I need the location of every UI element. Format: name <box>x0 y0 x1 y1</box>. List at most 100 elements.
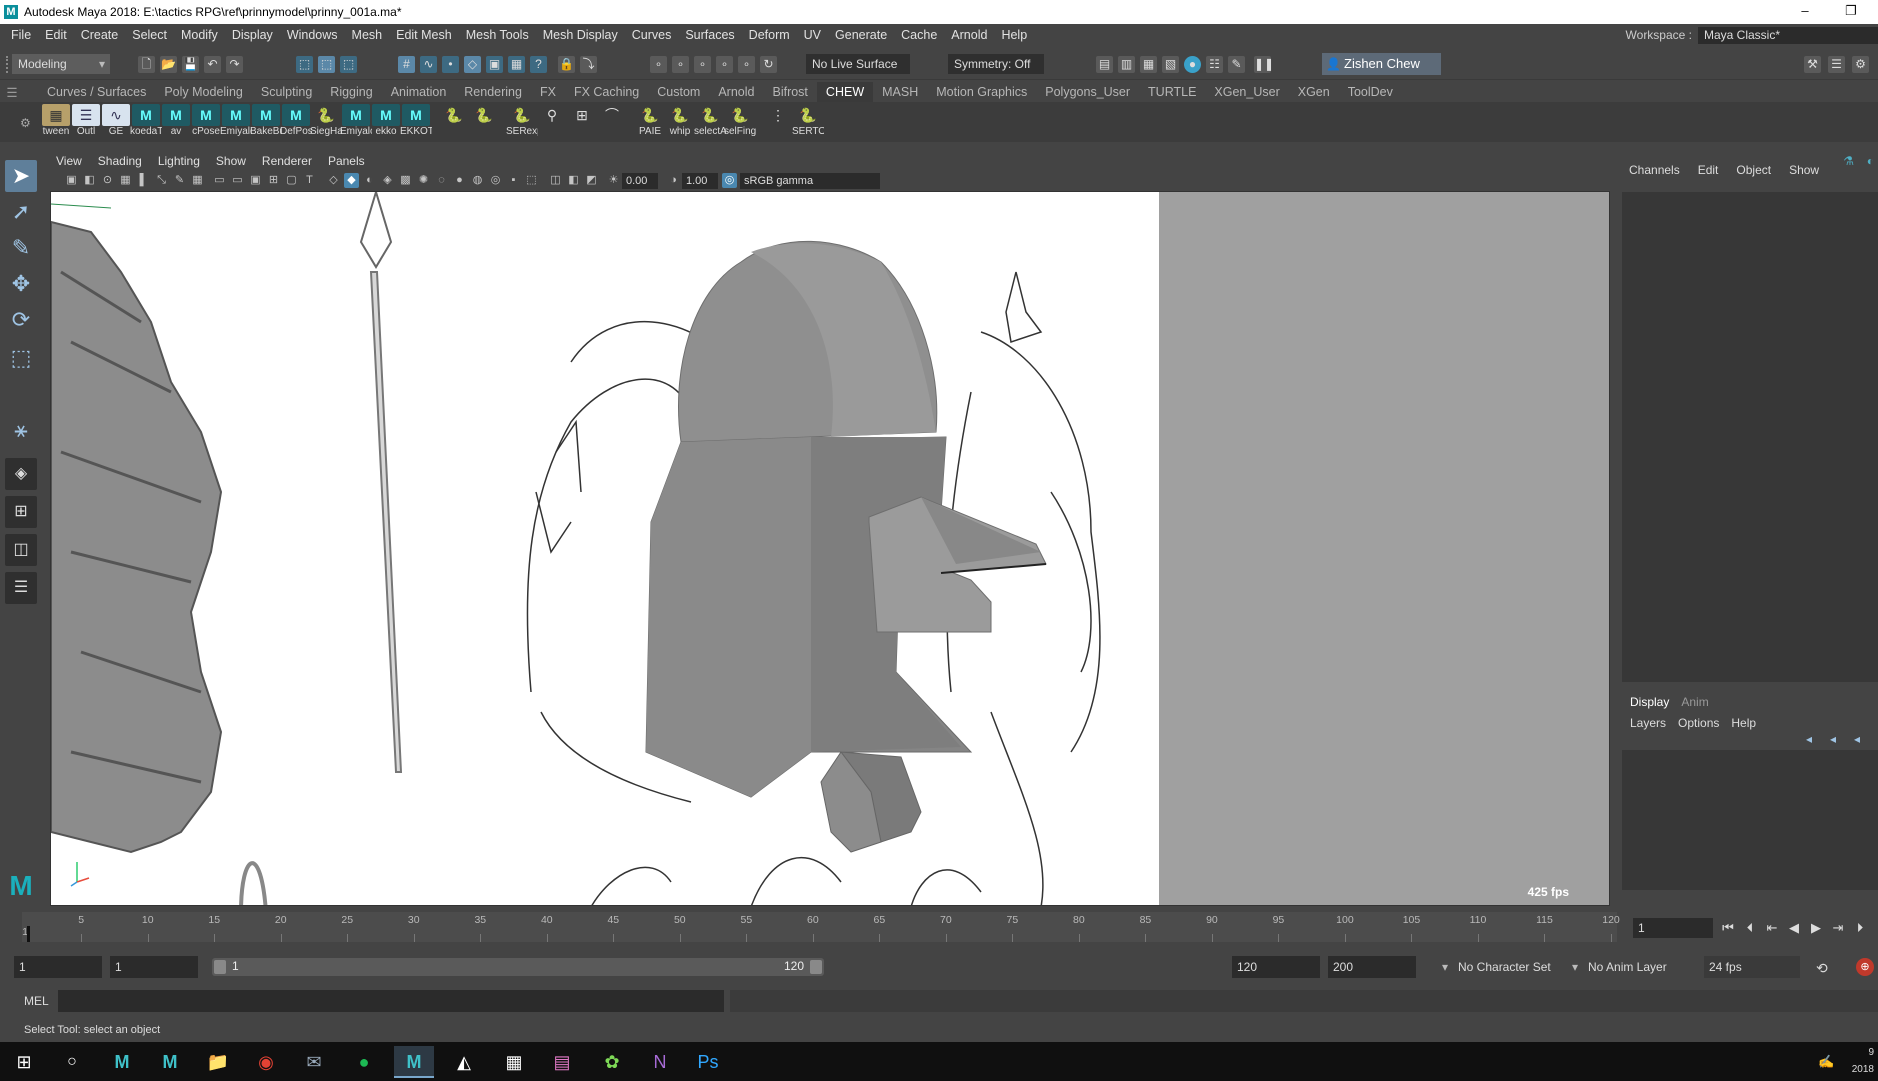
image-plane-icon[interactable]: ▦ <box>118 173 133 188</box>
attribute-editor-icon[interactable]: ☰ <box>1828 56 1845 73</box>
viewport-menu-renderer[interactable]: Renderer <box>254 152 320 171</box>
four-pane-layout-icon[interactable]: ⊞ <box>5 496 37 528</box>
live-surface-field[interactable]: No Live Surface <box>806 54 910 74</box>
user-account-button[interactable]: Zishen Chew <box>1322 53 1441 75</box>
history-icon[interactable]: ↻ <box>760 56 777 73</box>
shelf-button-koedat[interactable]: MkoedaT <box>130 104 162 140</box>
shelf-button-bakebu[interactable]: M BakeBu <box>250 104 282 140</box>
channel-box-menu-object[interactable]: Object <box>1727 152 1780 188</box>
shelf-tab-curves-surfaces[interactable]: Curves / Surfaces <box>38 82 155 102</box>
range-start-handle[interactable] <box>214 960 226 974</box>
pause-viewport-icon[interactable]: ❚❚ <box>1254 56 1274 73</box>
field-chart-icon[interactable]: ⊞ <box>266 173 281 188</box>
go-to-start-icon[interactable]: ⏮ <box>1718 918 1738 938</box>
range-slider-track[interactable]: 1 120 <box>212 958 824 976</box>
channel-box-body[interactable] <box>1622 192 1878 682</box>
menu-mesh-tools[interactable]: Mesh Tools <box>459 24 536 46</box>
select-tool-icon[interactable]: ➤ <box>5 160 37 192</box>
select-component-icon[interactable]: ⬚ <box>340 56 357 73</box>
pen-icon[interactable]: ✍ <box>1818 1054 1834 1070</box>
viewport-menu-panels[interactable]: Panels <box>320 152 373 171</box>
lasso-select-tool-icon[interactable]: ➚ <box>5 196 37 228</box>
snap-options-icon[interactable]: ▦ <box>508 56 525 73</box>
textured-icon[interactable]: ▩ <box>398 173 413 188</box>
color-space-dropdown[interactable]: sRGB gamma <box>740 173 880 189</box>
channel-box-toggle-icon[interactable]: ⚗ <box>1843 154 1854 168</box>
safe-title-icon[interactable]: T <box>302 173 317 188</box>
step-back-key-icon[interactable]: ⇤ <box>1762 918 1782 938</box>
step-back-frame-icon[interactable]: ⏴ <box>1740 918 1760 938</box>
menu-curves[interactable]: Curves <box>625 24 679 46</box>
layer-list[interactable] <box>1622 750 1878 890</box>
hypershade-icon[interactable]: ● <box>1184 56 1201 73</box>
range-end-handle[interactable] <box>810 960 822 974</box>
lock-icon[interactable]: 🔒 <box>558 56 575 73</box>
shelf-button-selfing[interactable]: 🐍 selFing <box>724 104 756 140</box>
gamma-field[interactable]: 1.00 <box>682 173 718 189</box>
menu-edit[interactable]: Edit <box>38 24 74 46</box>
shelf-button-emiyalc[interactable]: M Emiyalc <box>220 104 252 140</box>
shelf-tab-arnold[interactable]: Arnold <box>709 82 763 102</box>
animation-end-field[interactable]: 200 <box>1328 956 1416 978</box>
snap-point-icon[interactable]: • <box>442 56 459 73</box>
maya-taskbar-icon[interactable]: M <box>102 1046 142 1078</box>
menu-generate[interactable]: Generate <box>828 24 894 46</box>
shelf-menu-icon[interactable]: ☰ <box>0 85 24 100</box>
shelf-button-siegha[interactable]: 🐍 SiegHa <box>310 104 342 140</box>
anti-aliasing-icon[interactable]: ◎ <box>488 173 503 188</box>
color-management-icon[interactable]: ◎ <box>722 173 737 188</box>
exposure-field[interactable]: 0.00 <box>622 173 658 189</box>
render-view-icon[interactable]: ▤ <box>1096 56 1113 73</box>
render-frame-icon[interactable]: ▥ <box>1118 56 1135 73</box>
menu-mesh-display[interactable]: Mesh Display <box>536 24 625 46</box>
viewport-menu-lighting[interactable]: Lighting <box>150 152 208 171</box>
shelf-settings-icon[interactable]: ⚙ <box>20 116 31 130</box>
outliner-layout-icon[interactable]: ☰ <box>5 572 37 604</box>
photoshop-icon[interactable]: Ps <box>688 1046 728 1078</box>
shelf-button-unlabeled[interactable]: ⌒ <box>596 104 628 140</box>
maya-2-taskbar-icon[interactable]: M <box>150 1046 190 1078</box>
shelf-button-tween[interactable]: ▦ tween <box>40 104 72 140</box>
calculator-icon[interactable]: ▦ <box>494 1046 534 1078</box>
anim-layer-dropdown[interactable]: No Anim Layer <box>1566 956 1688 978</box>
redo-icon[interactable]: ↷ <box>226 56 243 73</box>
make-live-icon[interactable]: ▣ <box>486 56 503 73</box>
restore-button[interactable]: ❐ <box>1828 0 1874 24</box>
current-frame-field[interactable]: 1 <box>1633 918 1713 938</box>
2d-pan-zoom-icon[interactable]: ⤡ <box>154 173 169 188</box>
onenote-icon[interactable]: N <box>640 1046 680 1078</box>
playhead[interactable] <box>27 926 30 942</box>
shelf-tab-sculpting[interactable]: Sculpting <box>252 82 321 102</box>
step-forward-frame-icon[interactable]: ⏵ <box>1850 918 1870 938</box>
motion-blur-icon[interactable]: ◍ <box>470 173 485 188</box>
channel-box-menu-edit[interactable]: Edit <box>1689 152 1728 188</box>
shelf-tab-fx[interactable]: FX <box>531 82 565 102</box>
play-forwards-icon[interactable]: ▶ <box>1806 918 1826 938</box>
symmetry-dropdown[interactable]: Symmetry: Off <box>948 54 1044 74</box>
fps-dropdown[interactable]: 24 fps <box>1704 956 1800 978</box>
display-layer-tab[interactable]: Display <box>1624 690 1675 714</box>
menu-select[interactable]: Select <box>125 24 174 46</box>
snap-question-icon[interactable]: ? <box>530 56 547 73</box>
depth-of-field-icon[interactable]: ▪ <box>506 173 521 188</box>
shelf-tab-chew[interactable]: CHEW <box>816 82 874 102</box>
input-ops-icon[interactable]: ⤵ <box>580 56 597 73</box>
rotate-tool-icon[interactable]: ⟳ <box>5 304 37 336</box>
shelf-tab-polygons-user[interactable]: Polygons_User <box>1036 82 1139 102</box>
play-backwards-icon[interactable]: ◀ <box>1784 918 1804 938</box>
attribute-editor-toggle-icon[interactable]: ◐ <box>1867 154 1874 168</box>
shelf-tab-rendering[interactable]: Rendering <box>455 82 531 102</box>
file-explorer-icon[interactable]: 📁 <box>198 1046 238 1078</box>
channel-box-menu-channels[interactable]: Channels <box>1620 152 1689 188</box>
animation-start-field[interactable]: 1 <box>14 956 102 978</box>
shelf-tab-custom[interactable]: Custom <box>648 82 709 102</box>
wireframe-on-shaded-icon[interactable]: ◈ <box>380 173 395 188</box>
playback-end-field[interactable]: 120 <box>1232 956 1320 978</box>
snap-grid-icon[interactable]: # <box>398 56 415 73</box>
loop-playback-icon[interactable]: ⟲ <box>1816 960 1828 977</box>
menu-display[interactable]: Display <box>225 24 280 46</box>
resolution-gate-icon[interactable]: ▭ <box>230 173 245 188</box>
shelf-button-unlabeled[interactable]: ⊞ <box>566 104 598 140</box>
anim-layer-tab[interactable]: Anim <box>1675 690 1714 714</box>
shelf-button-outl[interactable]: ☰ Outl <box>70 104 102 140</box>
